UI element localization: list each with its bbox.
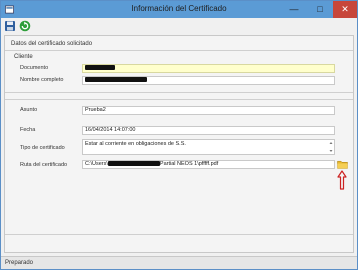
documento-field[interactable] (82, 64, 335, 73)
save-icon[interactable] (4, 20, 16, 32)
asunto-field[interactable]: Prueba2 (82, 106, 335, 115)
status-bar: Preparado (1, 256, 357, 269)
folder-icon[interactable] (337, 160, 348, 169)
status-text: Preparado (5, 260, 34, 266)
fecha-label: Fecha (20, 127, 36, 133)
nombre-label: Nombre completo (20, 77, 64, 83)
refresh-icon[interactable] (19, 20, 31, 32)
close-button[interactable]: ✕ (333, 1, 357, 18)
divider (5, 234, 353, 235)
ruta-label: Ruta del certificado (20, 162, 68, 168)
ruta-suffix: Partial NEOS 1\pfffff.pdf (159, 161, 219, 167)
nombre-field[interactable] (82, 76, 335, 85)
redacted-text (85, 77, 147, 83)
tipo-label: Tipo de certificado (20, 145, 65, 151)
scroll-arrows-icon[interactable] (329, 141, 333, 153)
ruta-field[interactable]: C:\Users\ Partial NEOS 1\pfffff.pdf (82, 160, 335, 169)
maximize-button[interactable]: □ (309, 1, 331, 18)
documento-label: Documento (20, 65, 49, 71)
fecha-field[interactable]: 16/04/2014 14:07:00 (82, 126, 335, 135)
asunto-label: Asunto (20, 107, 38, 113)
section-title: Datos del certificado solicitado (11, 41, 93, 47)
tipo-value: Estar al corriente en obligaciones de S.… (85, 141, 186, 147)
arrow-up-icon (337, 170, 347, 190)
redacted-text (85, 65, 115, 71)
certificate-window: Información del Certificado — □ ✕ Datos … (0, 0, 358, 270)
toolbar (1, 18, 357, 34)
cliente-group-label: Cliente (14, 54, 33, 60)
ruta-prefix: C:\Users\ (85, 161, 108, 167)
redacted-text (107, 161, 160, 167)
minimize-button[interactable]: — (283, 1, 305, 18)
tipo-field[interactable]: Estar al corriente en obligaciones de S.… (82, 139, 335, 155)
certificate-data-panel: Datos del certificado solicitado Cliente… (4, 35, 354, 253)
divider (5, 50, 353, 51)
divider (5, 92, 353, 93)
title-bar: Información del Certificado — □ ✕ (1, 1, 357, 18)
divider (5, 99, 353, 100)
